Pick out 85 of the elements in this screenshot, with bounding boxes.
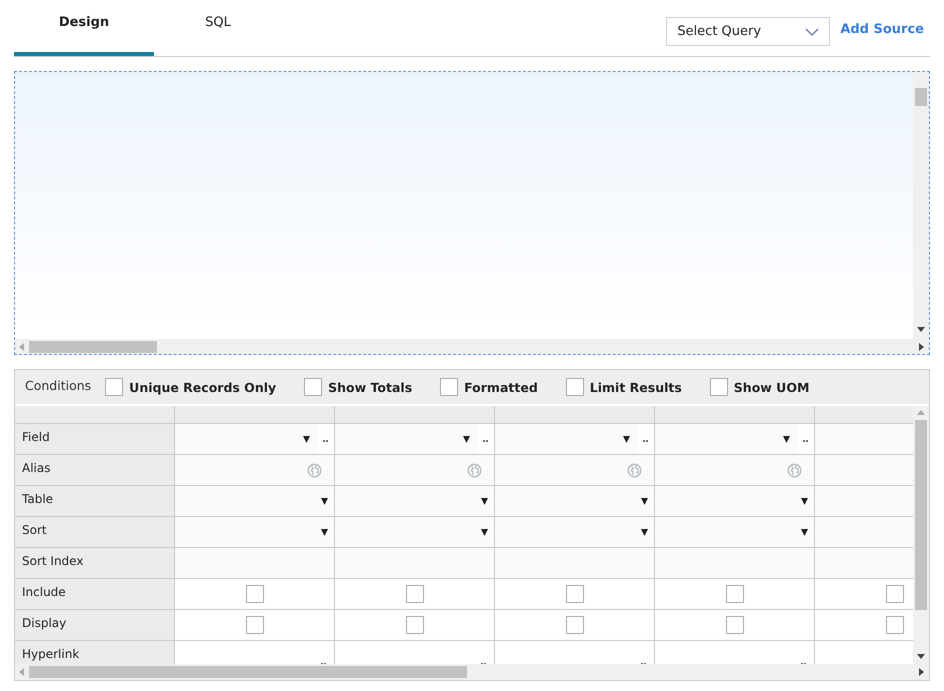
- caret-icon: [303, 436, 310, 442]
- option-label: Limit Results: [590, 380, 682, 394]
- vertical-scrollbar[interactable]: [913, 406, 929, 664]
- conditions-label: Conditions: [25, 378, 92, 392]
- globe-icon[interactable]: [307, 462, 322, 478]
- field-dropdown[interactable]: [175, 424, 317, 454]
- checkbox[interactable]: [105, 378, 124, 396]
- caret-icon: [321, 528, 328, 536]
- checkbox[interactable]: [566, 616, 584, 634]
- dropdown[interactable]: [335, 517, 494, 547]
- row-label: Hyperlink: [15, 641, 175, 664]
- option-label: Show UOM: [734, 380, 810, 394]
- row-label: Alias: [15, 455, 175, 486]
- option-label: Unique Records Only: [129, 380, 276, 394]
- dropdown[interactable]: [655, 486, 814, 516]
- scrollbar-thumb[interactable]: [915, 88, 927, 106]
- checkbox[interactable]: [566, 378, 584, 396]
- row-label: Sort: [15, 517, 175, 548]
- checkbox[interactable]: [710, 378, 728, 396]
- horizontal-scrollbar[interactable]: [15, 339, 929, 354]
- globe-icon[interactable]: [787, 462, 802, 478]
- caret-icon: [463, 436, 470, 442]
- scroll-up-icon[interactable]: [917, 410, 925, 416]
- checkbox[interactable]: [246, 616, 264, 634]
- scroll-right-icon[interactable]: [919, 668, 925, 676]
- scroll-down-icon[interactable]: [917, 654, 925, 660]
- scroll-left-icon[interactable]: [19, 342, 25, 350]
- scroll-right-icon[interactable]: [919, 342, 925, 350]
- row-label: Field: [15, 424, 175, 455]
- checkbox[interactable]: [304, 378, 322, 396]
- query-dropdown[interactable]: Select Query: [666, 17, 830, 46]
- checkbox[interactable]: [726, 616, 744, 634]
- dropdown[interactable]: [175, 486, 334, 516]
- caret-icon: [641, 528, 648, 536]
- caret-icon: [641, 498, 648, 504]
- add-source-link[interactable]: Add Source: [840, 22, 930, 41]
- checkbox[interactable]: [726, 585, 744, 603]
- checkbox[interactable]: [886, 616, 904, 634]
- text-field[interactable]: [335, 548, 494, 578]
- checkbox[interactable]: [886, 585, 904, 603]
- field-dropdown[interactable]: [495, 424, 637, 454]
- caret-icon: [321, 498, 328, 504]
- globe-icon[interactable]: [467, 462, 482, 478]
- chevron-down-icon: [805, 28, 820, 36]
- dropdown[interactable]: [495, 486, 654, 516]
- checkbox[interactable]: [406, 585, 424, 603]
- caret-icon: [801, 528, 808, 536]
- scrollbar-thumb[interactable]: [915, 420, 927, 610]
- field-dropdown[interactable]: [655, 424, 797, 454]
- tab[interactable]: SQL: [154, 0, 282, 56]
- alias-field[interactable]: [655, 455, 814, 485]
- checkbox[interactable]: [246, 585, 264, 603]
- scrollbar-thumb[interactable]: [29, 340, 157, 352]
- caret-icon: [623, 436, 630, 442]
- dropdown[interactable]: [335, 486, 494, 516]
- vertical-scrollbar[interactable]: [913, 72, 929, 339]
- caret-icon: [801, 498, 808, 504]
- dropdown[interactable]: [655, 517, 814, 547]
- text-field[interactable]: [655, 548, 814, 578]
- globe-icon[interactable]: [627, 462, 642, 478]
- checkbox[interactable]: [406, 616, 424, 634]
- text-field[interactable]: [175, 548, 334, 578]
- checkbox[interactable]: [566, 585, 584, 603]
- scroll-left-icon[interactable]: [19, 668, 25, 676]
- caret-icon: [481, 528, 488, 536]
- text-field[interactable]: [495, 548, 654, 578]
- checkbox[interactable]: [440, 378, 458, 396]
- alias-field[interactable]: [175, 455, 334, 485]
- dropdown[interactable]: [175, 517, 334, 547]
- row-label: Sort Index: [15, 548, 175, 579]
- scrollbar-thumb[interactable]: [29, 666, 467, 678]
- row-label: Table: [15, 486, 175, 517]
- scroll-down-icon[interactable]: [917, 327, 925, 333]
- option-label: Show Totals: [328, 380, 412, 394]
- row-label: Include: [15, 579, 175, 610]
- caret-icon: [783, 436, 790, 442]
- alias-field[interactable]: [495, 455, 654, 485]
- alias-field[interactable]: [335, 455, 494, 485]
- caret-icon: [481, 498, 488, 504]
- horizontal-scrollbar[interactable]: [15, 664, 929, 680]
- field-dropdown[interactable]: [335, 424, 477, 454]
- dropdown[interactable]: [495, 517, 654, 547]
- option-label: Formatted: [464, 380, 538, 394]
- row-label: Display: [15, 610, 175, 641]
- tab[interactable]: Design: [14, 0, 154, 56]
